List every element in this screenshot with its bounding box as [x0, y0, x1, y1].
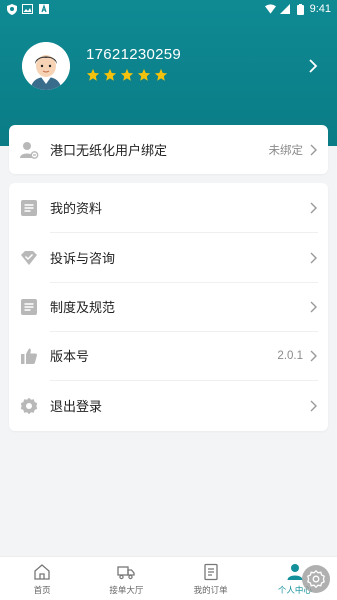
document-list-icon	[19, 297, 39, 317]
chevron-right-icon	[310, 350, 317, 361]
user-phone: 17621230259	[86, 46, 182, 63]
user-link-icon	[19, 140, 39, 160]
truck-icon	[117, 566, 136, 580]
chevron-right-icon	[310, 202, 317, 213]
tab-home[interactable]: 首页	[0, 557, 84, 600]
tab-my-orders[interactable]: 我的订单	[169, 557, 253, 600]
star-icon	[103, 68, 117, 81]
menu-item-version[interactable]: 版本号 2.0.1	[9, 331, 328, 380]
signal-icon	[280, 4, 291, 15]
wifi-icon	[264, 4, 276, 15]
status-time: 9:41	[309, 3, 331, 15]
menu-item-label: 制度及规范	[50, 301, 116, 316]
binding-label: 港口无纸化用户绑定	[50, 144, 168, 159]
menu-item-my-profile[interactable]: 我的资料	[9, 183, 328, 232]
battery-icon	[295, 3, 306, 15]
home-icon	[34, 564, 50, 580]
star-icon	[137, 68, 151, 81]
avatar[interactable]	[22, 42, 70, 90]
diamond-check-icon	[19, 248, 39, 268]
binding-card: 港口无纸化用户绑定 未绑定	[9, 125, 328, 174]
tab-label: 接单大厅	[109, 586, 144, 596]
menu-item-complaints[interactable]: 投诉与咨询	[9, 233, 328, 282]
menu-item-logout[interactable]: 退出登录	[9, 381, 328, 430]
menu-card: 我的资料 投诉与咨询 制度及规范 版本号 2.0.1 退出登录	[9, 183, 328, 431]
thumbs-up-icon	[19, 346, 39, 366]
status-bar: 9:41	[0, 0, 337, 18]
gear-icon	[19, 396, 39, 416]
menu-item-label: 退出登录	[50, 400, 103, 415]
shield-notification-icon	[6, 3, 17, 15]
tab-order-hall[interactable]: 接单大厅	[84, 557, 168, 600]
binding-status: 未绑定	[268, 144, 304, 157]
star-icon	[154, 68, 168, 81]
menu-item-label: 投诉与咨询	[50, 252, 116, 267]
chevron-right-icon	[310, 252, 317, 263]
chevron-right-icon[interactable]	[306, 58, 320, 74]
image-notification-icon	[22, 4, 33, 15]
binding-row[interactable]: 港口无纸化用户绑定 未绑定	[9, 125, 328, 174]
rating-stars	[86, 68, 168, 82]
menu-item-label: 我的资料	[50, 202, 103, 217]
profile-summary[interactable]: 17621230259	[0, 36, 337, 96]
bottom-tabbar: 首页 接单大厅 我的订单 个人中心	[0, 556, 337, 600]
gear-icon	[307, 570, 325, 588]
tab-label: 首页	[33, 586, 51, 596]
floating-settings-button[interactable]	[302, 565, 330, 593]
chevron-right-icon	[310, 400, 317, 411]
version-value: 2.0.1	[277, 349, 303, 362]
tab-label: 我的订单	[193, 586, 228, 596]
text-notification-icon	[38, 4, 49, 15]
star-icon	[120, 68, 134, 81]
chevron-right-icon	[310, 144, 317, 155]
chevron-right-icon	[310, 301, 317, 312]
menu-item-policies[interactable]: 制度及规范	[9, 282, 328, 331]
star-icon	[86, 68, 100, 81]
menu-item-label: 版本号	[50, 350, 90, 365]
document-list-icon	[19, 198, 39, 218]
document-icon	[203, 563, 218, 581]
